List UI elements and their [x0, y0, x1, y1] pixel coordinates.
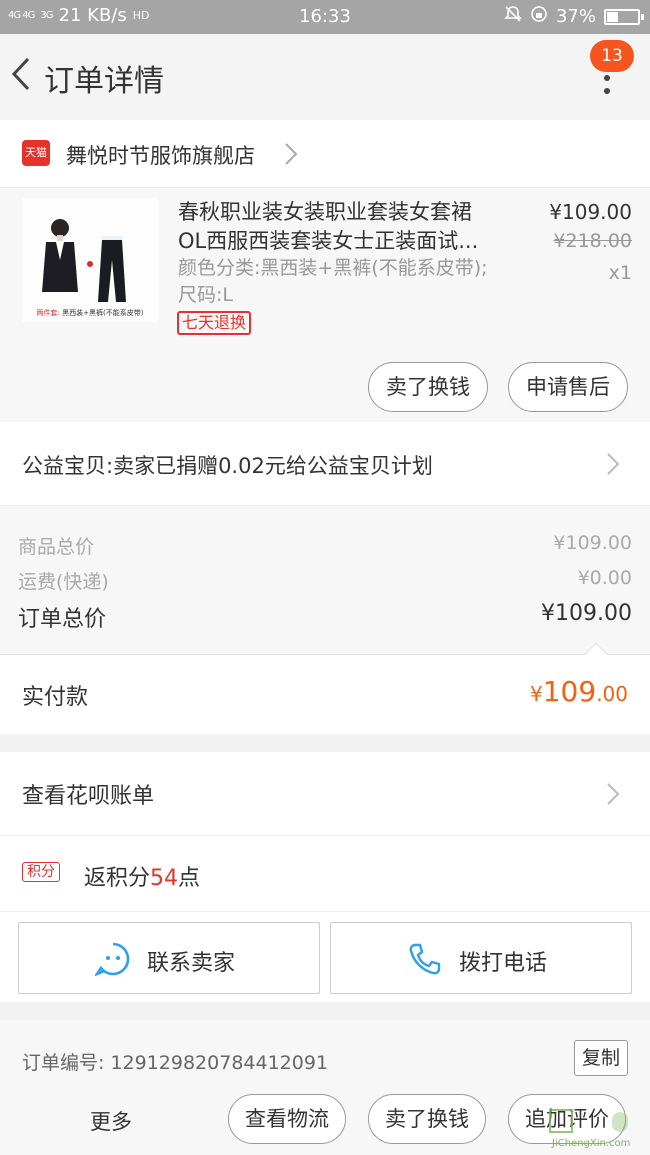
- order-total-value: ¥109.00: [541, 601, 632, 626]
- chat-bubble-icon: [95, 942, 130, 977]
- contact-seller-button[interactable]: 联系卖家: [18, 922, 320, 994]
- product-thumbnail[interactable]: 两件套: 黑西装+黑裤(不能系皮带): [22, 198, 158, 322]
- order-number-row: 订单编号: 129129820784412091 复制: [0, 1020, 650, 1086]
- after-sale-button[interactable]: 申请售后: [508, 362, 628, 412]
- paid-decimal: .00: [596, 682, 628, 706]
- copy-button[interactable]: 复制: [574, 1040, 628, 1076]
- paid-currency: ¥: [530, 682, 543, 706]
- goods-total-label: 商品总价: [18, 536, 95, 558]
- chevron-left-icon: [11, 57, 30, 91]
- huabei-bill-row[interactable]: 查看花呗账单: [0, 752, 650, 836]
- points-row: 积分 返积分54点: [0, 836, 650, 912]
- order-total-label: 订单总价: [18, 607, 107, 632]
- order-total-row: 订单总价 ¥109.00: [18, 601, 632, 633]
- product-card[interactable]: 两件套: 黑西装+黑裤(不能系皮带) 春秋职业装女装职业套装女套裙OL西服西装套…: [0, 188, 650, 422]
- battery-percent: 37%: [555, 6, 596, 27]
- lock-rotate-icon: [530, 5, 548, 28]
- status-bar: 4G 4G 3G 21 KB/s HD 16:33 37%: [0, 0, 650, 34]
- huabei-text: 查看花呗账单: [22, 784, 155, 809]
- battery-icon: [604, 8, 644, 25]
- sell-for-cash-button[interactable]: 卖了换钱: [368, 1094, 486, 1144]
- page-title: 订单详情: [44, 64, 164, 99]
- product-price: ¥109.00: [549, 200, 632, 224]
- order-number: 订单编号: 129129820784412091: [22, 1052, 329, 1074]
- charity-text: 公益宝贝:卖家已捐赠0.02元给公益宝贝计划: [22, 454, 433, 478]
- shop-row[interactable]: 天猫 舞悦时节服饰旗舰店: [0, 120, 650, 188]
- shipping-value: ¥0.00: [577, 567, 632, 589]
- paid-integer: 109: [542, 675, 597, 708]
- more-button[interactable]: 更多: [90, 1106, 132, 1136]
- shipping-label: 运费(快递): [18, 571, 109, 593]
- points-tag: 积分: [22, 862, 60, 882]
- points-suffix: 点: [178, 866, 201, 891]
- points-number: 54: [150, 866, 179, 891]
- charity-row[interactable]: 公益宝贝:卖家已捐赠0.02元给公益宝贝计划: [0, 422, 650, 506]
- call-phone-label: 拨打电话: [459, 951, 548, 976]
- shop-name: 舞悦时节服饰旗舰店: [66, 144, 255, 168]
- chevron-right-icon: [607, 453, 620, 475]
- paid-row: 实付款 ¥109.00: [0, 642, 650, 734]
- goods-total-row: 商品总价 ¥109.00: [18, 532, 632, 559]
- site-watermark: JiChengXin.com: [530, 1100, 646, 1152]
- goods-total-value: ¥109.00: [553, 532, 632, 554]
- contact-seller-label: 联系卖家: [147, 951, 236, 976]
- app-header: 订单详情 13: [0, 34, 650, 120]
- points-text: 返积分54点: [84, 860, 200, 892]
- paid-amount: ¥109.00: [530, 675, 628, 708]
- product-quantity: x1: [608, 262, 632, 284]
- watermark-text: JiChengXin.com: [552, 1138, 631, 1149]
- back-button[interactable]: [6, 54, 36, 94]
- original-price: ¥218.00: [553, 230, 632, 252]
- message-badge[interactable]: 13: [590, 40, 634, 72]
- product-title[interactable]: 春秋职业装女装职业套装女套裙OL西服西装套装女士正装面试...: [178, 198, 498, 256]
- shipping-row: 运费(快递) ¥0.00: [18, 567, 632, 594]
- chevron-right-icon: [607, 783, 620, 805]
- contact-row: 联系卖家 拨打电话: [0, 912, 650, 1002]
- sell-button[interactable]: 卖了换钱: [368, 362, 488, 412]
- more-menu-icon[interactable]: [598, 74, 616, 96]
- product-spec: 颜色分类:黑西装+黑裤(不能系皮带);尺码:L: [178, 257, 488, 306]
- tmall-logo: 天猫: [22, 140, 50, 166]
- svg-text:两件套: 黑西装+黑裤(不能系皮带): 两件套: 黑西装+黑裤(不能系皮带): [37, 308, 144, 317]
- call-phone-button[interactable]: 拨打电话: [330, 922, 632, 994]
- phone-icon: [409, 943, 441, 975]
- status-right: 37%: [504, 5, 644, 28]
- chevron-right-icon: [285, 143, 298, 165]
- return-policy-tag: 七天退换: [177, 311, 252, 335]
- bell-muted-icon: [504, 5, 522, 28]
- points-prefix: 返积分: [84, 866, 151, 891]
- bottom-action-bar: 更多 查看物流 卖了换钱 追加评价 JiChengXin.com: [0, 1086, 650, 1155]
- view-logistics-button[interactable]: 查看物流: [228, 1094, 346, 1144]
- paid-label: 实付款: [22, 685, 89, 710]
- price-summary: 商品总价 ¥109.00 运费(快递) ¥0.00 订单总价 ¥109.00: [0, 506, 650, 654]
